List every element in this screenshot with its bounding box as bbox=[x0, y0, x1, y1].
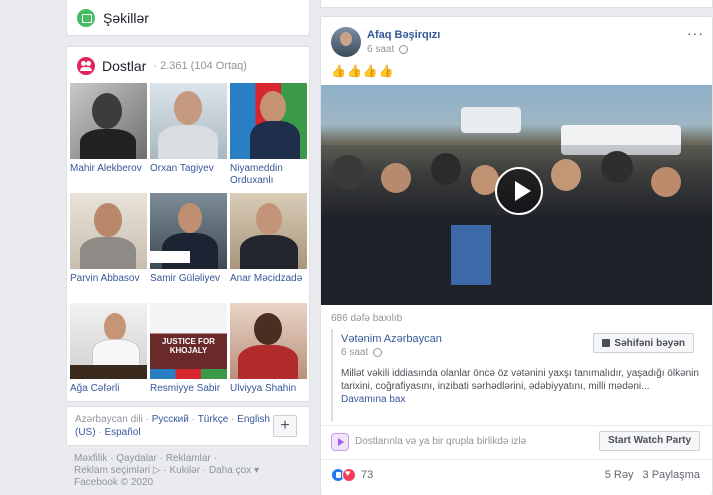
friend-name[interactable]: Ağa Cəfərli bbox=[70, 383, 147, 395]
post-timestamp: 6 saat bbox=[367, 44, 409, 55]
friend-tile[interactable]: Ulviyya Shahin bbox=[230, 303, 307, 409]
share-count[interactable]: 3 Paylaşma bbox=[643, 469, 700, 481]
photos-label: Şəkillər bbox=[103, 10, 149, 26]
friends-header[interactable]: Dostlar · 2.361 (104 Ortaq) bbox=[77, 57, 247, 75]
love-reaction-icon bbox=[342, 468, 356, 482]
language-link[interactable]: Русский bbox=[152, 414, 189, 425]
reaction-icons[interactable] bbox=[331, 468, 356, 482]
watch-party-row: Dostlarınla və ya bir qrupla birlikdə iz… bbox=[321, 425, 712, 455]
like-page-label: Səhifəni bəyən bbox=[614, 337, 685, 349]
friends-card: Dostlar · 2.361 (104 Ortaq) Mahir Alekbe… bbox=[66, 46, 310, 402]
language-current: Azərbaycan dili bbox=[75, 414, 143, 425]
friend-photo[interactable] bbox=[150, 83, 227, 159]
post-time[interactable]: 6 saat bbox=[367, 44, 394, 55]
footer-link[interactable]: Qaydalar bbox=[116, 453, 157, 464]
video-player[interactable] bbox=[321, 85, 712, 305]
friend-name[interactable]: Samir Güləliyev bbox=[150, 273, 227, 285]
friend-photo[interactable] bbox=[70, 303, 147, 379]
friend-photo[interactable] bbox=[230, 83, 307, 159]
friend-tile[interactable]: Anar Məcidzadə bbox=[230, 193, 307, 299]
language-list: Azərbaycan dili · Русский · Türkçe · Eng… bbox=[75, 414, 270, 438]
footer-link[interactable]: Kukilər bbox=[169, 465, 200, 476]
friends-count: · 2.361 (104 Ortaq) bbox=[153, 60, 247, 72]
photos-card[interactable]: Şəkillər bbox=[66, 0, 310, 36]
friend-name[interactable]: Orxan Tagiyev bbox=[150, 163, 227, 175]
comment-count[interactable]: 5 Rəy bbox=[605, 469, 634, 481]
shared-body: Millət vəkili iddiasında olanlar öncə öz… bbox=[341, 368, 699, 392]
globe-icon bbox=[373, 348, 383, 357]
footer-links: Məxfilik · Qaydalar · Reklamlar · Reklam… bbox=[74, 453, 259, 488]
see-more-link[interactable]: Davamına bax bbox=[341, 394, 405, 405]
footer-link[interactable]: Məxfilik bbox=[74, 453, 107, 464]
reaction-count[interactable]: 73 bbox=[361, 469, 373, 481]
friend-photo[interactable] bbox=[70, 193, 147, 269]
friends-title[interactable]: Dostlar bbox=[102, 58, 146, 74]
friend-tile[interactable]: Orxan Tagiyev bbox=[150, 83, 227, 189]
start-watch-party-button[interactable]: Start Watch Party bbox=[599, 431, 700, 451]
friend-tile[interactable]: Samir Güləliyev bbox=[150, 193, 227, 299]
friend-tile[interactable]: Mahir Alekberov bbox=[70, 83, 147, 189]
language-link[interactable]: Türkçe bbox=[198, 414, 229, 425]
friends-icon bbox=[77, 57, 95, 75]
language-card: Azərbaycan dili · Русский · Türkçe · Eng… bbox=[66, 406, 310, 446]
post-card: Afaq Bəşirqızı 6 saat ··· 👍👍👍👍 686 dəfə … bbox=[320, 16, 713, 495]
friend-tile[interactable]: Parvin Abbasov bbox=[70, 193, 147, 299]
engagement-counts: 5 Rəy 3 Paylaşma bbox=[599, 469, 700, 481]
shared-text: Millət vəkili iddiasında olanlar öncə öz… bbox=[341, 367, 701, 406]
thumbs-up-icon bbox=[602, 339, 611, 347]
shared-time[interactable]: 6 saat bbox=[341, 347, 368, 358]
footer-link[interactable]: Daha çox ▾ bbox=[209, 465, 259, 476]
photos-icon bbox=[77, 9, 95, 27]
scrollbar[interactable] bbox=[700, 0, 713, 495]
watch-party-icon bbox=[331, 433, 349, 451]
shared-timestamp: 6 saat bbox=[341, 347, 383, 358]
post-text: 👍👍👍👍 bbox=[331, 64, 395, 78]
reactions-bar: 73 5 Rəy 3 Paylaşma bbox=[321, 459, 712, 487]
shared-author[interactable]: Vətənim Azərbaycan bbox=[341, 333, 442, 345]
previous-card-edge bbox=[320, 0, 713, 8]
footer-link[interactable]: Reklam seçimləri ▷ bbox=[74, 465, 161, 476]
friend-tile[interactable]: Ağa Cəfərli bbox=[70, 303, 147, 409]
friend-name[interactable]: Mahir Alekberov bbox=[70, 163, 147, 175]
shared-post: Vətənim Azərbaycan 6 saat Səhifəni bəyən… bbox=[331, 329, 702, 421]
friend-photo[interactable] bbox=[70, 83, 147, 159]
friend-photo[interactable] bbox=[230, 303, 307, 379]
globe-icon bbox=[399, 45, 409, 54]
friend-photo[interactable] bbox=[230, 193, 307, 269]
watch-party-text: Dostlarınla və ya bir qrupla birlikdə iz… bbox=[355, 436, 527, 447]
author-avatar[interactable] bbox=[331, 27, 361, 57]
friend-name[interactable]: Anar Məcidzadə bbox=[230, 273, 307, 285]
add-language-button[interactable]: + bbox=[273, 415, 297, 437]
photos-link[interactable]: Şəkillər bbox=[77, 9, 149, 27]
photo-caption: KHOJALY bbox=[169, 346, 208, 355]
friend-name[interactable]: Parvin Abbasov bbox=[70, 273, 147, 285]
language-link[interactable]: Español bbox=[104, 427, 140, 438]
footer-copyright: Facebook © 2020 bbox=[74, 477, 154, 488]
friend-photo[interactable] bbox=[150, 193, 227, 269]
friend-photo[interactable]: JUSTICE FOR KHOJALY bbox=[150, 303, 227, 379]
friend-name[interactable]: Niyameddin Orduxanlı bbox=[230, 163, 307, 187]
view-count: 686 dəfə baxılıb bbox=[331, 313, 403, 324]
footer-link[interactable]: Reklamlar bbox=[166, 453, 211, 464]
photo-caption: JUSTICE FOR bbox=[162, 337, 215, 346]
friend-name[interactable]: Resmiyye Sabir bbox=[150, 383, 227, 395]
friend-tile[interactable]: JUSTICE FOR KHOJALY Resmiyye Sabir bbox=[150, 303, 227, 409]
friends-grid: Mahir Alekberov Orxan Tagiyev Niyameddin… bbox=[70, 83, 308, 409]
friend-tile[interactable]: Niyameddin Orduxanlı bbox=[230, 83, 307, 189]
like-page-button[interactable]: Səhifəni bəyən bbox=[593, 333, 694, 353]
friend-name[interactable]: Ulviyya Shahin bbox=[230, 383, 307, 395]
play-icon[interactable] bbox=[495, 167, 543, 215]
post-author[interactable]: Afaq Bəşirqızı bbox=[367, 29, 440, 41]
